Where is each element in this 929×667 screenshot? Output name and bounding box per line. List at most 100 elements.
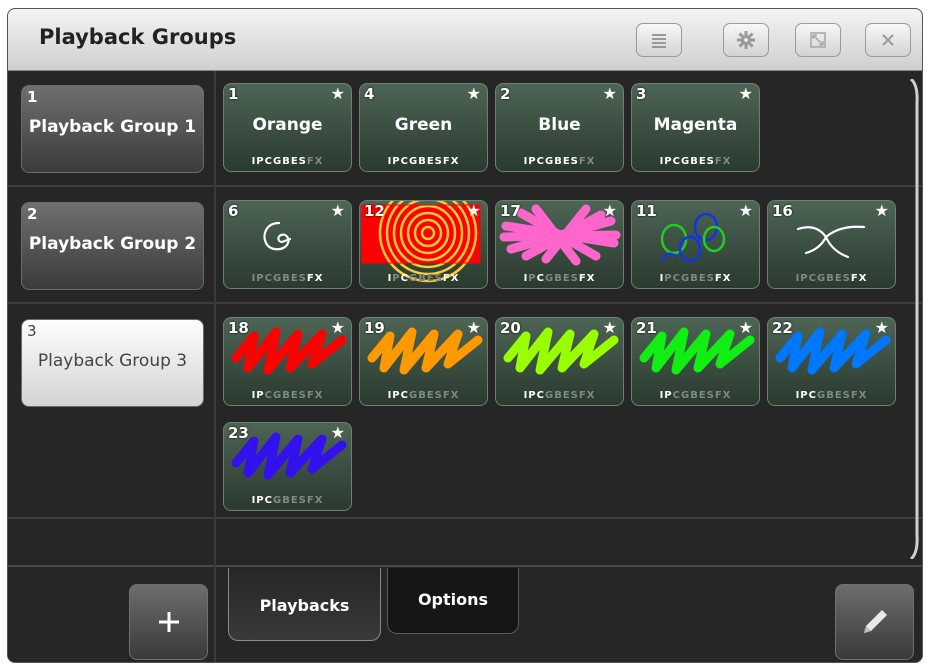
playback-number: 11 (636, 202, 657, 220)
menu-button[interactable] (636, 23, 682, 57)
attribute-indicators: IPCGBESFX (360, 390, 487, 401)
attribute-indicators: IPCGBESFX (224, 495, 351, 506)
star-icon: ★ (330, 84, 345, 103)
star-icon: ★ (602, 201, 617, 220)
playback-tile[interactable]: 3 ★ Magenta IPCGBESFX (631, 83, 760, 172)
star-icon: ★ (738, 201, 753, 220)
attribute-letter: C (808, 273, 817, 284)
attribute-letter: FX (578, 273, 596, 284)
playback-number: 19 (364, 319, 385, 337)
attribute-letter: B (690, 273, 699, 284)
resize-button[interactable] (795, 23, 841, 57)
pencil-icon (863, 610, 887, 633)
playback-tile[interactable]: 4 ★ Green IPCGBESFX (359, 83, 488, 172)
gear-icon (737, 31, 755, 49)
attribute-letter: P (256, 495, 265, 506)
group-button-2[interactable]: 2 Playback Group 2 (21, 202, 204, 290)
playback-tile[interactable]: 1 ★ Orange IPCGBESFX (223, 83, 352, 172)
attribute-indicators: IPCGBESFX (224, 390, 351, 401)
star-icon: ★ (602, 318, 617, 337)
playback-number: 2 (500, 85, 511, 103)
playback-tile[interactable]: 2 ★ Blue IPCGBESFX (495, 83, 624, 172)
attribute-letter: P (256, 273, 265, 284)
attribute-letter: E (562, 156, 571, 167)
attribute-letter: S (842, 273, 851, 284)
star-icon: ★ (466, 84, 481, 103)
settings-button[interactable] (723, 23, 769, 57)
attribute-letter: P (392, 273, 401, 284)
playback-tile[interactable]: 6 ★ IPCGBESFX (223, 200, 352, 289)
attribute-letter: FX (578, 390, 596, 401)
playback-tile[interactable]: 20 ★ IPCGBESFX (495, 317, 624, 406)
playback-number: 12 (364, 202, 385, 220)
attribute-letter: S (570, 156, 579, 167)
tab-options-label: Options (417, 590, 489, 609)
attribute-letter: P (528, 390, 537, 401)
star-icon: ★ (330, 423, 345, 442)
attribute-letter: G (408, 390, 419, 401)
attribute-letter: G (272, 495, 283, 506)
playback-number: 16 (772, 202, 793, 220)
star-icon: ★ (466, 318, 481, 337)
plus-icon (158, 612, 179, 632)
group-number: 2 (27, 205, 38, 223)
scrollbar[interactable] (909, 79, 919, 559)
star-icon: ★ (874, 318, 889, 337)
attribute-letter: E (562, 273, 571, 284)
attribute-letter: FX (850, 273, 868, 284)
attribute-letter: C (400, 273, 409, 284)
attribute-letter: FX (306, 390, 324, 401)
attribute-letter: E (834, 273, 843, 284)
playback-number: 6 (228, 202, 239, 220)
attribute-letter: P (392, 156, 401, 167)
playback-tile[interactable]: 11 ★ IPCGBESFX (631, 200, 760, 289)
group-label: Playback Group 1 (28, 117, 197, 137)
star-icon: ★ (330, 318, 345, 337)
star-icon: ★ (738, 84, 753, 103)
attribute-letter: C (672, 156, 681, 167)
group-number: 3 (27, 322, 37, 340)
attribute-letter: B (282, 390, 291, 401)
tab-playbacks[interactable]: Playbacks (228, 568, 381, 641)
attribute-letter: FX (442, 273, 460, 284)
attribute-indicators: IPCGBESFX (768, 273, 895, 284)
resize-icon (810, 32, 826, 48)
playback-number: 23 (228, 424, 249, 442)
playback-tile[interactable]: 16 ★ IPCGBESFX (767, 200, 896, 289)
row-divider (216, 302, 922, 304)
attribute-letter: C (672, 390, 681, 401)
group-button-1[interactable]: 1 Playback Group 1 (21, 85, 204, 173)
edit-button[interactable] (835, 584, 914, 660)
playback-tile[interactable]: 19 ★ IPCGBESFX (359, 317, 488, 406)
attribute-letter: E (698, 156, 707, 167)
attribute-letter: C (400, 390, 409, 401)
attribute-letter: G (544, 156, 555, 167)
playback-tile[interactable]: 22 ★ IPCGBESFX (767, 317, 896, 406)
attribute-letter: G (408, 273, 419, 284)
tab-options[interactable]: Options (387, 568, 519, 634)
playback-name: Magenta (653, 115, 738, 135)
attribute-letter: P (800, 390, 809, 401)
attribute-letter: E (698, 273, 707, 284)
playback-tile[interactable]: 17 ★ IPCGBESFX (495, 200, 624, 289)
add-group-button[interactable] (129, 584, 208, 660)
attribute-letter: S (434, 156, 443, 167)
attribute-letter: G (272, 156, 283, 167)
playback-tile[interactable]: 12 ★ IPCGBESFX (359, 200, 488, 289)
playback-tile[interactable]: 21 ★ IPCGBESFX (631, 317, 760, 406)
attribute-letter: E (698, 390, 707, 401)
group-button-3[interactable]: 3 Playback Group 3 (21, 319, 204, 407)
attribute-letter: S (706, 390, 715, 401)
attribute-letter: FX (714, 390, 732, 401)
playback-tile[interactable]: 18 ★ IPCGBESFX (223, 317, 352, 406)
close-button[interactable] (865, 23, 911, 57)
playback-number: 22 (772, 319, 793, 337)
attribute-letter: S (298, 390, 307, 401)
row-divider (216, 185, 922, 187)
playback-number: 21 (636, 319, 657, 337)
row-divider (216, 517, 922, 519)
attribute-letter: B (690, 156, 699, 167)
playback-tile[interactable]: 23 ★ IPCGBESFX (223, 422, 352, 511)
attribute-letter: S (842, 390, 851, 401)
attribute-letter: P (528, 156, 537, 167)
